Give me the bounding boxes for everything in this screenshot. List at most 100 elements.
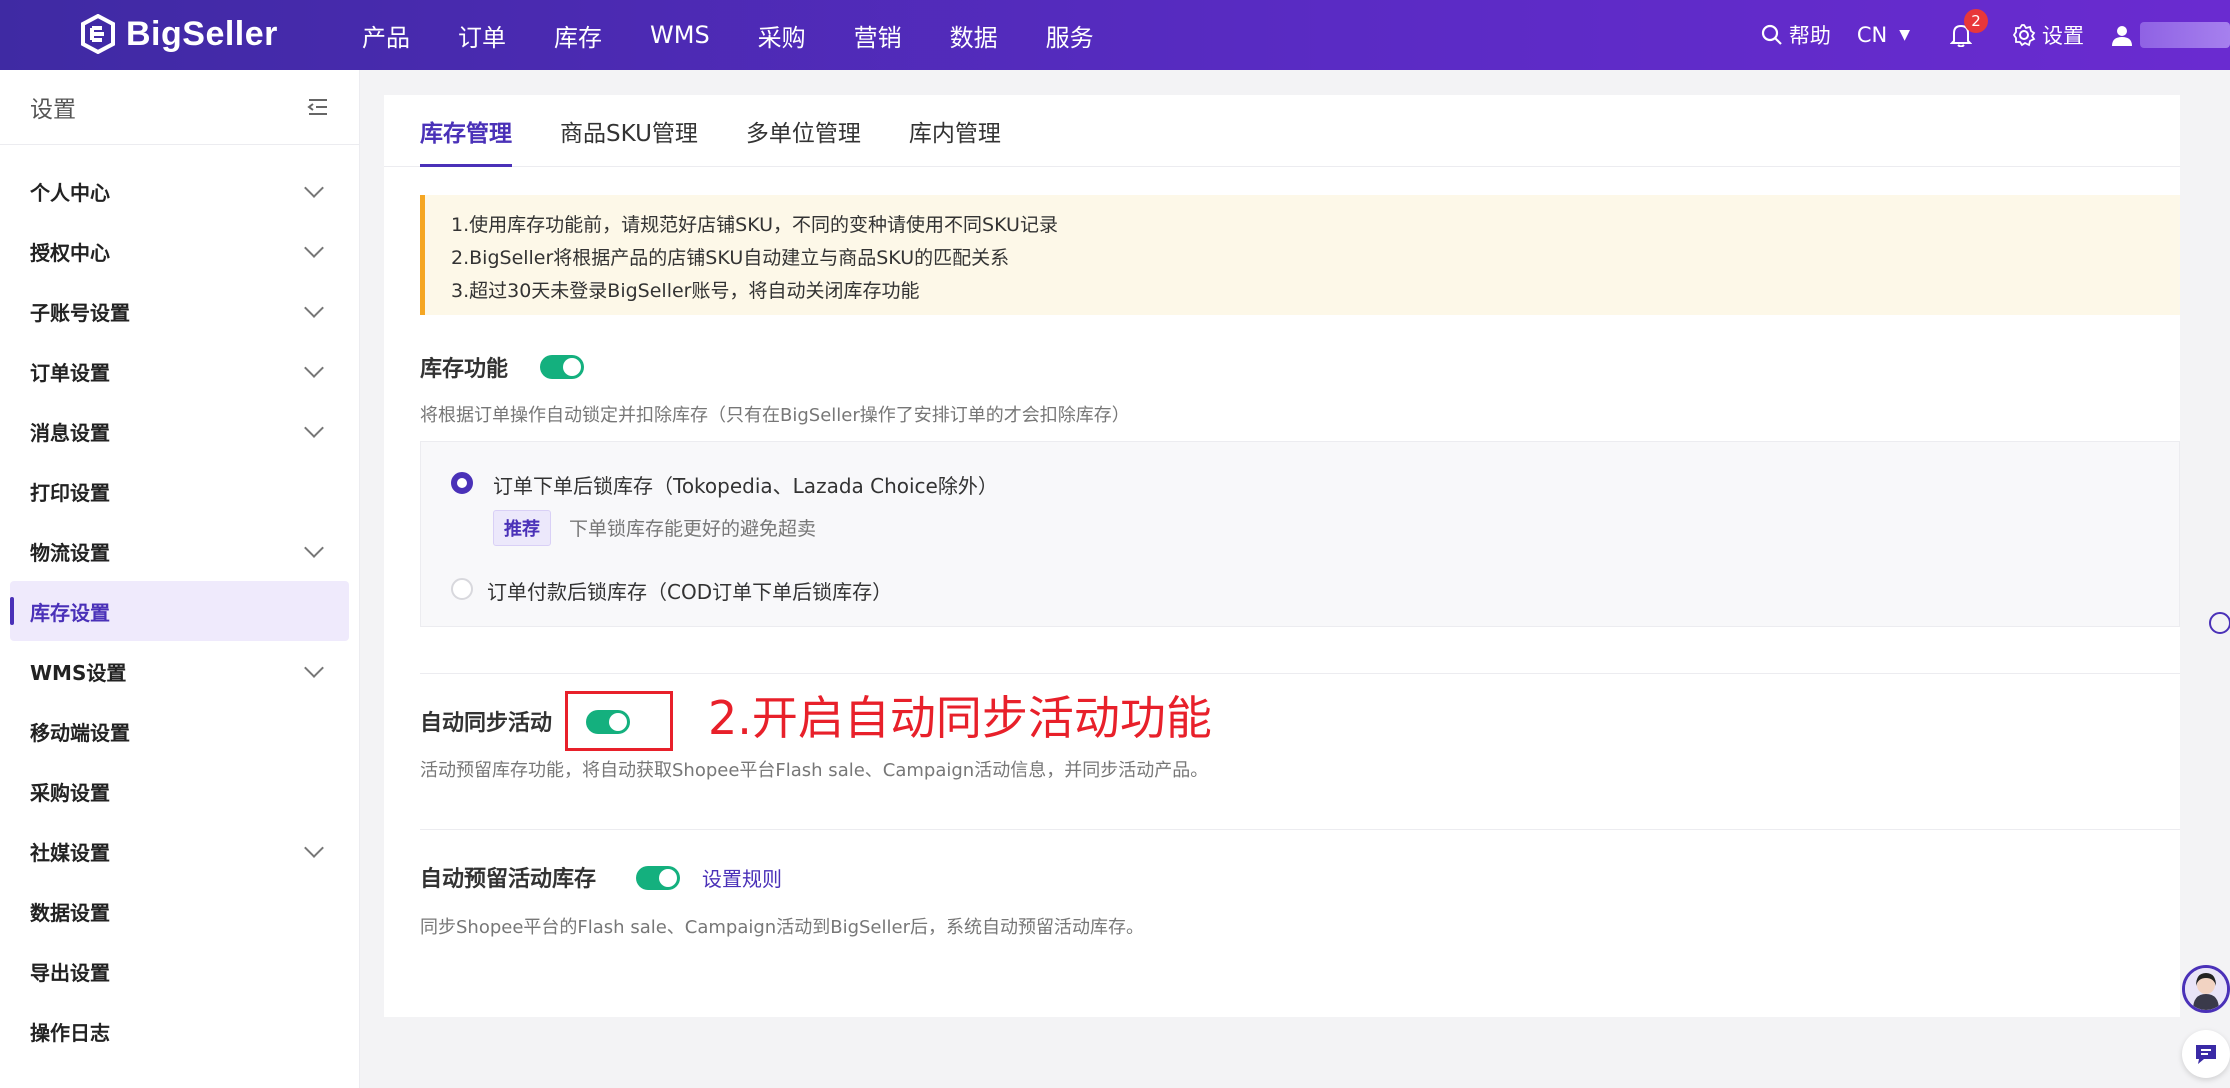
chevron-down-icon	[304, 838, 324, 858]
tab-product-sku-management[interactable]: 商品SKU管理	[560, 95, 698, 166]
collapse-sidebar-icon[interactable]	[307, 97, 329, 117]
chevron-down-icon	[304, 298, 324, 318]
help-button[interactable]: 帮助	[1761, 20, 1831, 50]
floating-edge-handle[interactable]	[2209, 612, 2230, 634]
search-icon	[1761, 24, 1782, 45]
tab-warehouse-management[interactable]: 库内管理	[909, 95, 1001, 166]
content-panel: 库存管理 商品SKU管理 多单位管理 库内管理 1.使用库存功能前，请规范好店铺…	[384, 95, 2180, 1017]
chevron-down-icon	[304, 418, 324, 438]
sidebar-item-label: 子账号设置	[30, 300, 130, 325]
caret-down-icon: ▼	[1899, 27, 1910, 43]
nav-orders[interactable]: 订单	[458, 18, 506, 53]
sidebar-item-label: 操作日志	[30, 1020, 110, 1045]
notice-line: 2.BigSeller将根据产品的店铺SKU自动建立与商品SKU的匹配关系	[451, 247, 1010, 269]
user-icon	[2112, 26, 2132, 46]
auto-reserve-title: 自动预留活动库存	[420, 867, 597, 892]
sidebar-item-authorization[interactable]: 授权中心	[10, 221, 349, 281]
nav-services[interactable]: 服务	[1046, 18, 1094, 53]
sidebar-item-print-settings[interactable]: 打印设置	[10, 461, 349, 521]
language-select[interactable]: CN ▼	[1857, 23, 1910, 47]
customer-service-avatar[interactable]	[2182, 965, 2230, 1013]
radio-lock-on-payment[interactable]	[451, 578, 473, 600]
sidebar-item-label: WMS设置	[30, 660, 127, 685]
sidebar-item-label: 订单设置	[30, 360, 110, 385]
chat-icon	[2196, 1045, 2216, 1064]
agent-avatar-icon	[2185, 968, 2227, 1010]
sidebar-item-order-settings[interactable]: 订单设置	[10, 341, 349, 401]
sidebar-item-data-settings[interactable]: 数据设置	[10, 881, 349, 941]
settings-sidebar: 设置 个人中心 授权中心 子账号设置 订单设置 消息设置 打印设置 物流设置 库…	[0, 70, 360, 1088]
section-divider	[420, 829, 2180, 830]
recommended-tag: 推荐	[493, 510, 551, 546]
chevron-down-icon	[304, 538, 324, 558]
sidebar-item-purchase-settings[interactable]: 采购设置	[10, 761, 349, 821]
sidebar-item-label: 打印设置	[30, 480, 110, 505]
sidebar-item-label: 消息设置	[30, 420, 110, 445]
sidebar-item-label: 数据设置	[30, 900, 110, 925]
nav-marketing[interactable]: 营销	[854, 18, 902, 53]
option-lock-on-payment-label: 订单付款后锁库存（COD订单下单后锁库存）	[487, 580, 893, 604]
nav-wms[interactable]: WMS	[650, 21, 710, 49]
notification-badge: 2	[1964, 9, 1988, 33]
chat-button[interactable]	[2182, 1030, 2230, 1078]
sidebar-item-label: 移动端设置	[30, 720, 130, 745]
help-label: 帮助	[1788, 24, 1831, 48]
username-redacted	[2140, 22, 2230, 48]
sidebar-title: 设置	[30, 97, 76, 123]
brand-name: BigSeller	[126, 14, 278, 53]
settings-label: 设置	[2042, 24, 2084, 48]
tab-multi-unit-management[interactable]: 多单位管理	[746, 95, 861, 166]
notice-line: 1.使用库存功能前，请规范好店铺SKU，不同的变种请使用不同SKU记录	[451, 214, 1058, 236]
nav-products[interactable]: 产品	[362, 18, 410, 53]
nav-data[interactable]: 数据	[950, 18, 998, 53]
sidebar-item-social-settings[interactable]: 社媒设置	[10, 821, 349, 881]
option-lock-on-order-label: 订单下单后锁库存（Tokopedia、Lazada Choice除外）	[493, 474, 998, 498]
sidebar-item-export-settings[interactable]: 导出设置	[10, 941, 349, 1001]
sidebar-item-personal-center[interactable]: 个人中心	[10, 161, 349, 221]
user-menu[interactable]	[2110, 22, 2230, 48]
auto-sync-desc: 活动预留库存功能，将自动获取Shopee平台Flash sale、Campaig…	[420, 760, 1209, 781]
sidebar-item-operation-log[interactable]: 操作日志	[10, 1001, 349, 1061]
notice-banner: 1.使用库存功能前，请规范好店铺SKU，不同的变种请使用不同SKU记录 2.Bi…	[420, 195, 2180, 315]
toggle-knob	[563, 358, 581, 376]
settings-button[interactable]: 设置	[2012, 20, 2084, 50]
nav-inventory[interactable]: 库存	[554, 18, 602, 53]
nav-purchase[interactable]: 采购	[758, 18, 806, 53]
sidebar-item-mobile-settings[interactable]: 移动端设置	[10, 701, 349, 761]
top-navbar: BigSeller 产品 订单 库存 WMS 采购 营销 数据 服务 帮助 CN…	[0, 0, 2230, 70]
tab-bar: 库存管理 商品SKU管理 多单位管理 库内管理	[384, 95, 2180, 167]
annotation-highlight-box	[565, 691, 673, 751]
gear-icon	[2012, 24, 2036, 47]
set-rules-link[interactable]: 设置规则	[702, 863, 782, 892]
sidebar-item-label: 导出设置	[30, 960, 110, 985]
sidebar-item-logistics-settings[interactable]: 物流设置	[10, 521, 349, 581]
radio-lock-on-order[interactable]	[451, 472, 473, 494]
bigseller-logo[interactable]: BigSeller	[80, 14, 278, 54]
inventory-function-toggle[interactable]	[540, 355, 584, 379]
inventory-function-desc: 将根据订单操作自动锁定并扣除库存（只有在BigSeller操作了安排订单的才会扣…	[420, 405, 1130, 426]
tab-inventory-management[interactable]: 库存管理	[420, 95, 512, 167]
sidebar-item-sub-accounts[interactable]: 子账号设置	[10, 281, 349, 341]
chevron-down-icon	[304, 358, 324, 378]
inventory-function-title: 库存功能	[420, 357, 509, 382]
sidebar-item-inventory-settings[interactable]: 库存设置	[10, 581, 349, 641]
sidebar-item-label: 库存设置	[30, 600, 110, 625]
sidebar-item-label: 物流设置	[30, 540, 110, 565]
auto-reserve-toggle[interactable]	[636, 866, 680, 890]
lock-mode-options: 订单下单后锁库存（Tokopedia、Lazada Choice除外） 推荐 下…	[420, 441, 2180, 627]
notifications-button[interactable]: 2	[1950, 9, 1988, 47]
sidebar-item-wms-settings[interactable]: WMS设置	[10, 641, 349, 701]
language-label: CN	[1856, 23, 1888, 47]
chevron-down-icon	[304, 238, 324, 258]
sidebar-menu: 个人中心 授权中心 子账号设置 订单设置 消息设置 打印设置 物流设置 库存设置…	[0, 145, 359, 1061]
sidebar-item-message-settings[interactable]: 消息设置	[10, 401, 349, 461]
chevron-down-icon	[304, 658, 324, 678]
chevron-down-icon	[304, 178, 324, 198]
option-lock-on-order-hint: 下单锁库存能更好的避免超卖	[569, 518, 817, 540]
notice-line: 3.超过30天未登录BigSeller账号，将自动关闭库存功能	[451, 280, 920, 302]
sidebar-item-label: 个人中心	[30, 180, 110, 205]
sidebar-item-label: 采购设置	[30, 780, 110, 805]
sidebar-item-label: 社媒设置	[30, 840, 110, 865]
sidebar-header: 设置	[0, 70, 359, 145]
sidebar-item-label: 授权中心	[30, 240, 110, 265]
